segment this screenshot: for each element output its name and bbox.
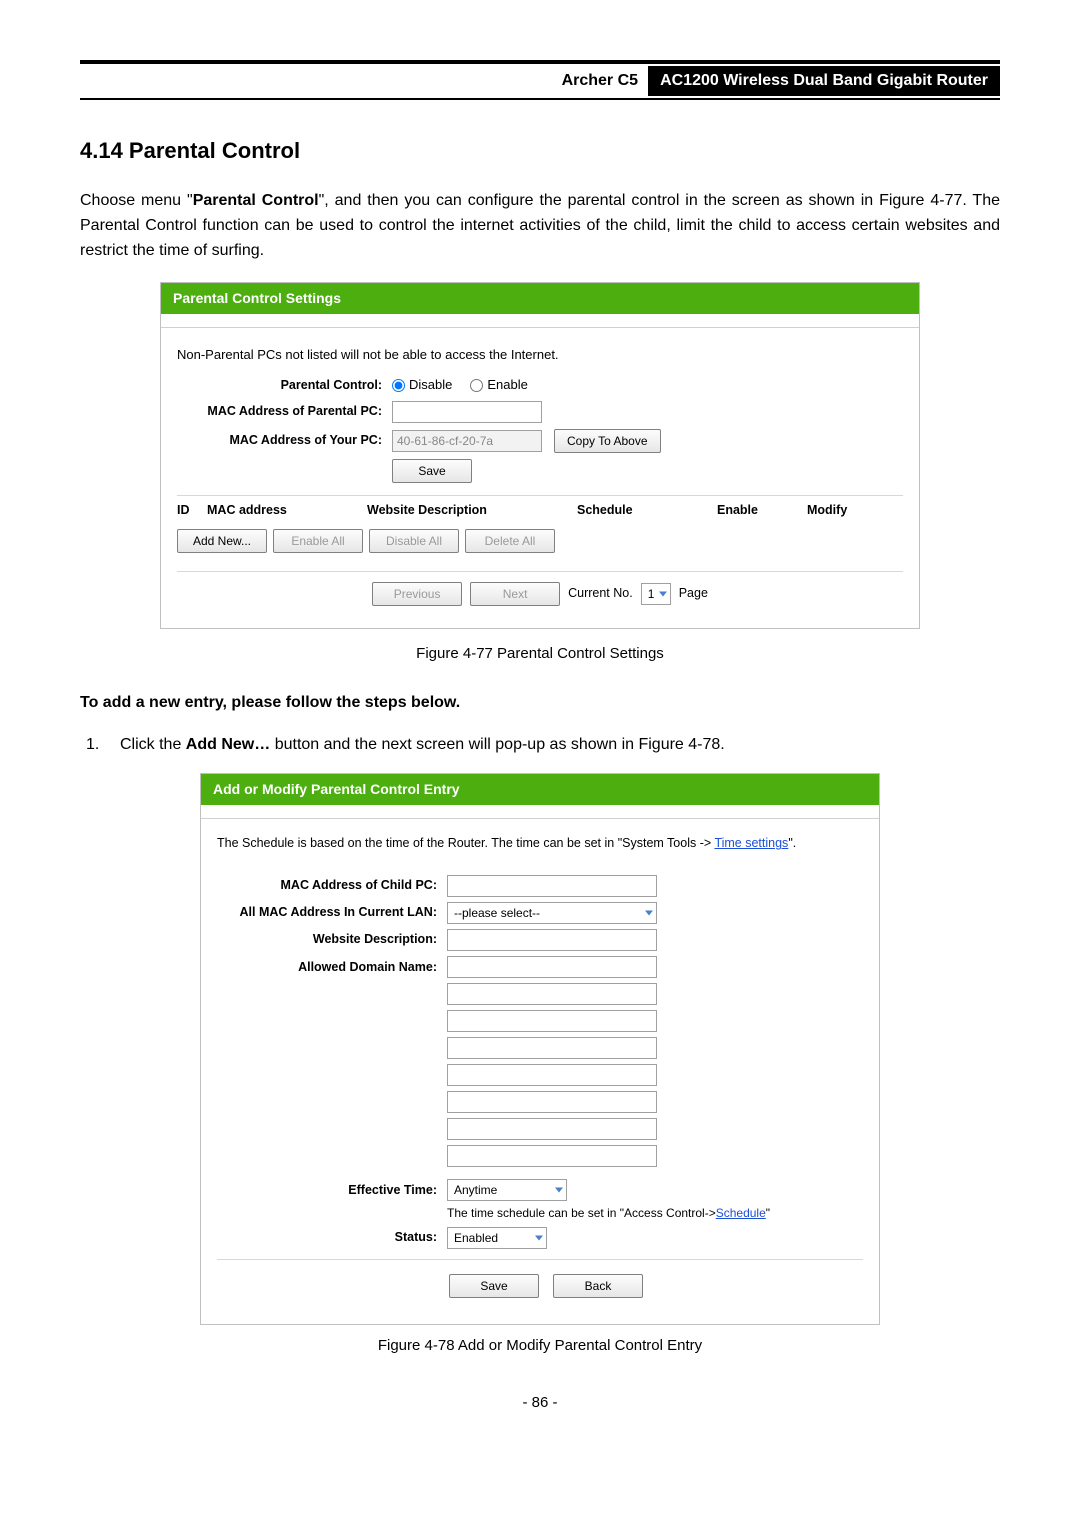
product-title: AC1200 Wireless Dual Band Gigabit Router bbox=[648, 66, 1000, 96]
th-schedule: Schedule bbox=[577, 502, 717, 520]
row-mac-parental: MAC Address of Parental PC: bbox=[177, 401, 903, 423]
save-button[interactable]: Save bbox=[392, 459, 472, 483]
step-1-addnew: Add New… bbox=[186, 736, 270, 753]
time-settings-link[interactable]: Time settings bbox=[714, 836, 788, 850]
enable-all-button[interactable]: Enable All bbox=[273, 529, 363, 553]
schedule-link[interactable]: Schedule bbox=[716, 1206, 766, 1220]
page-header-bar: Archer C5 AC1200 Wireless Dual Band Giga… bbox=[80, 66, 1000, 96]
input-allowed-2[interactable] bbox=[447, 983, 657, 1005]
step-1-text-a: Click the bbox=[120, 736, 186, 753]
figure-parental-settings: Parental Control Settings Non-Parental P… bbox=[160, 282, 920, 629]
label-status: Status: bbox=[217, 1229, 447, 1247]
disable-all-button[interactable]: Disable All bbox=[369, 529, 459, 553]
th-modify: Modify bbox=[807, 502, 877, 520]
section-heading: 4.14 Parental Control bbox=[80, 136, 1000, 167]
previous-button[interactable]: Previous bbox=[372, 582, 462, 606]
input-allowed-5[interactable] bbox=[447, 1064, 657, 1086]
header-bottom-rule bbox=[80, 98, 1000, 100]
label-effective-time: Effective Time: bbox=[217, 1179, 447, 1200]
select-all-mac[interactable]: --please select-- bbox=[447, 902, 657, 924]
effective-hint-b: " bbox=[766, 1206, 770, 1220]
figure2-sep bbox=[201, 805, 879, 819]
label-mac-parental: MAC Address of Parental PC: bbox=[177, 403, 392, 421]
input-mac-child[interactable] bbox=[447, 875, 657, 897]
radio-disable-input[interactable] bbox=[392, 379, 405, 392]
page-label: Page bbox=[679, 585, 708, 603]
label-allowed-domain: Allowed Domain Name: bbox=[217, 956, 447, 977]
intro-bold: Parental Control bbox=[193, 192, 319, 209]
radio-disable-label: Disable bbox=[409, 376, 452, 394]
effective-hint-a: The time schedule can be set in "Access … bbox=[447, 1206, 716, 1220]
current-no-label: Current No. bbox=[568, 585, 633, 603]
th-mac: MAC address bbox=[207, 502, 367, 520]
header-top-rule bbox=[80, 60, 1000, 64]
input-allowed-3[interactable] bbox=[447, 1010, 657, 1032]
page-number: - 86 - bbox=[80, 1392, 1000, 1413]
step-1-text-c: button and the next screen will pop-up a… bbox=[270, 736, 725, 753]
label-mac-child: MAC Address of Child PC: bbox=[217, 877, 447, 895]
radio-enable-label: Enable bbox=[487, 376, 527, 394]
non-parental-note: Non-Parental PCs not listed will not be … bbox=[177, 346, 903, 364]
add-new-button[interactable]: Add New... bbox=[177, 529, 267, 553]
radio-enable[interactable]: Enable bbox=[470, 376, 527, 394]
th-id: ID bbox=[177, 502, 207, 520]
input-allowed-1[interactable] bbox=[447, 956, 657, 978]
row-save: Save bbox=[177, 459, 903, 483]
figure2-button-row: Save Back bbox=[217, 1259, 863, 1310]
allowed-domain-inputs bbox=[447, 956, 657, 1167]
figure2-caption: Figure 4-78 Add or Modify Parental Contr… bbox=[80, 1335, 1000, 1356]
next-button[interactable]: Next bbox=[470, 582, 560, 606]
label-website-desc: Website Description: bbox=[217, 931, 447, 949]
select-status-value: Enabled bbox=[447, 1227, 547, 1249]
input-website-desc[interactable] bbox=[447, 929, 657, 951]
page-select[interactable]: 1 bbox=[641, 583, 671, 605]
pager: Previous Next Current No. 1 Page bbox=[177, 571, 903, 614]
effective-hint: The time schedule can be set in "Access … bbox=[447, 1205, 770, 1222]
input-mac-your bbox=[392, 430, 542, 452]
figure2-title: Add or Modify Parental Control Entry bbox=[201, 774, 879, 806]
copy-to-above-button[interactable]: Copy To Above bbox=[554, 429, 661, 453]
delete-all-button[interactable]: Delete All bbox=[465, 529, 555, 553]
input-allowed-7[interactable] bbox=[447, 1118, 657, 1140]
select-status[interactable]: Enabled bbox=[447, 1227, 547, 1249]
row-mac-your: MAC Address of Your PC: Copy To Above bbox=[177, 429, 903, 453]
input-allowed-4[interactable] bbox=[447, 1037, 657, 1059]
input-allowed-8[interactable] bbox=[447, 1145, 657, 1167]
radio-enable-input[interactable] bbox=[470, 379, 483, 392]
step-1: 1. Click the Add New… button and the nex… bbox=[80, 734, 1000, 756]
select-effective-value: Anytime bbox=[447, 1179, 567, 1201]
select-all-mac-value: --please select-- bbox=[447, 902, 657, 924]
steps-subheading: To add a new entry, please follow the st… bbox=[80, 692, 1000, 714]
figure-add-modify-entry: Add or Modify Parental Control Entry The… bbox=[200, 773, 880, 1325]
intro-paragraph: Choose menu "Parental Control", and then… bbox=[80, 189, 1000, 263]
label-mac-your: MAC Address of Your PC: bbox=[177, 432, 392, 450]
select-effective-time[interactable]: Anytime bbox=[447, 1179, 567, 1201]
input-mac-parental[interactable] bbox=[392, 401, 542, 423]
schedule-note-a: The Schedule is based on the time of the… bbox=[217, 836, 714, 850]
figure1-sep bbox=[161, 314, 919, 328]
step-1-number: 1. bbox=[80, 734, 120, 756]
save-entry-button[interactable]: Save bbox=[449, 1274, 539, 1298]
schedule-note: The Schedule is based on the time of the… bbox=[217, 835, 863, 853]
figure1-title: Parental Control Settings bbox=[161, 283, 919, 315]
schedule-note-b: ". bbox=[788, 836, 796, 850]
radio-disable[interactable]: Disable bbox=[392, 376, 452, 394]
page-select-value: 1 bbox=[641, 583, 671, 605]
row-parental-control: Parental Control: Disable Enable bbox=[177, 376, 903, 394]
label-parental-control: Parental Control: bbox=[177, 377, 392, 395]
figure1-caption: Figure 4-77 Parental Control Settings bbox=[80, 643, 1000, 664]
th-website: Website Description bbox=[367, 502, 577, 520]
intro-prefix: Choose menu " bbox=[80, 192, 193, 209]
back-button[interactable]: Back bbox=[553, 1274, 643, 1298]
model-label: Archer C5 bbox=[552, 66, 648, 96]
th-enable: Enable bbox=[717, 502, 807, 520]
input-allowed-6[interactable] bbox=[447, 1091, 657, 1113]
label-all-mac: All MAC Address In Current LAN: bbox=[217, 904, 447, 922]
entries-button-row: Add New... Enable All Disable All Delete… bbox=[177, 525, 903, 563]
entries-table-header: ID MAC address Website Description Sched… bbox=[177, 496, 903, 526]
